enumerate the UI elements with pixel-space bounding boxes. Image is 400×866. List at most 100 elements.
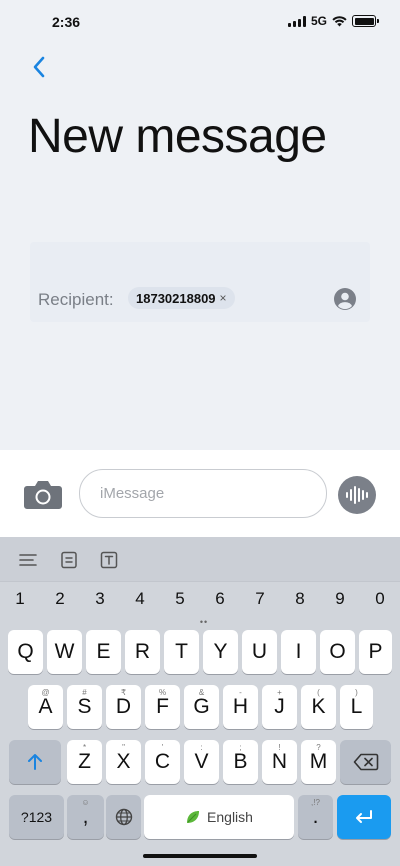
- space-key[interactable]: English: [144, 795, 294, 839]
- key-hint: ;: [239, 743, 242, 752]
- key-m[interactable]: ? M: [301, 740, 336, 784]
- key-6[interactable]: 6: [208, 589, 232, 609]
- waveform-icon: [346, 486, 368, 504]
- key-h[interactable]: -H: [223, 685, 258, 729]
- key-b[interactable]: ; B: [223, 740, 258, 784]
- page-title: New message: [28, 110, 327, 163]
- wifi-icon: [332, 16, 347, 27]
- key-label: N: [271, 750, 288, 773]
- shift-arrow-icon: [28, 754, 42, 770]
- battery-icon: [352, 15, 379, 27]
- key-8[interactable]: 8: [288, 589, 312, 609]
- back-button[interactable]: [24, 52, 54, 82]
- key-hint: &: [198, 688, 205, 697]
- key-d[interactable]: ₹ D: [106, 685, 141, 729]
- language-key[interactable]: [106, 795, 141, 839]
- message-input[interactable]: [79, 469, 327, 518]
- page-dots: ••: [199, 617, 209, 627]
- key-label: G: [193, 695, 210, 718]
- number-row: 1 2 3 4 5 6 7 8 9 0: [0, 589, 400, 617]
- key-label: F: [156, 695, 169, 718]
- key-j[interactable]: + J: [262, 685, 297, 729]
- key-k[interactable]: (K: [301, 685, 336, 729]
- key-label: K: [311, 695, 326, 718]
- key-label: .: [312, 805, 319, 828]
- key-hint: %: [158, 688, 167, 697]
- key-o[interactable]: O: [320, 630, 355, 674]
- voice-input-button[interactable]: [338, 476, 376, 514]
- contact-icon[interactable]: [334, 288, 356, 310]
- key-p[interactable]: P: [359, 630, 392, 674]
- key-hint: +: [277, 688, 282, 697]
- key-hint: :: [200, 743, 203, 752]
- key-label: B: [233, 750, 248, 773]
- emoji-icon: ☺: [81, 798, 90, 807]
- key-i[interactable]: I: [281, 630, 316, 674]
- recipient-number: 18730218809: [136, 290, 216, 306]
- key-l[interactable]: ) L: [340, 685, 373, 729]
- status-bar: 2:36 5G: [0, 0, 400, 44]
- menu-lines-icon[interactable]: [18, 550, 38, 570]
- key-y[interactable]: Y: [203, 630, 238, 674]
- key-hint: (: [317, 688, 320, 697]
- key-2[interactable]: 2: [48, 589, 72, 609]
- key-c[interactable]: ' C: [145, 740, 180, 784]
- key-label: Z: [78, 750, 91, 773]
- key-label: X: [116, 750, 131, 773]
- status-time: 2:36: [52, 14, 81, 30]
- key-label: H: [232, 695, 249, 718]
- key-z[interactable]: * Z: [67, 740, 102, 784]
- shift-key[interactable]: [9, 740, 61, 784]
- key-v[interactable]: :V: [184, 740, 219, 784]
- key-s[interactable]: # S: [67, 685, 102, 729]
- signal-icon: [287, 15, 306, 27]
- key-u[interactable]: U: [242, 630, 277, 674]
- recipient-label: Recipient:: [38, 290, 114, 309]
- recipient-field[interactable]: Recipient: 18730218809 ×: [30, 242, 370, 322]
- key-w[interactable]: W: [47, 630, 82, 674]
- period-key[interactable]: ,!? .: [298, 795, 333, 839]
- comma-key[interactable]: ☺ ,: [67, 795, 104, 839]
- symbols-key[interactable]: ?123: [9, 795, 64, 839]
- key-4[interactable]: 4: [128, 589, 152, 609]
- keyboard-toolbar: [0, 537, 400, 582]
- backspace-key[interactable]: [340, 740, 391, 784]
- key-0[interactable]: 0: [368, 589, 392, 609]
- status-icons: 5G: [287, 14, 379, 28]
- key-x[interactable]: " X: [106, 740, 141, 784]
- key-r[interactable]: R: [125, 630, 160, 674]
- key-3[interactable]: 3: [88, 589, 112, 609]
- key-q[interactable]: Q: [8, 630, 43, 674]
- home-indicator: [143, 854, 257, 858]
- text-format-icon[interactable]: [99, 550, 119, 570]
- chevron-left-icon: [33, 56, 45, 78]
- key-f[interactable]: % F: [145, 685, 180, 729]
- key-hint: *: [82, 743, 87, 752]
- recipient-chip[interactable]: 18730218809 ×: [128, 287, 235, 309]
- key-hint: ₹: [120, 688, 127, 697]
- compose-bar: [0, 450, 400, 537]
- clipboard-icon[interactable]: [59, 550, 79, 570]
- key-hint: #: [82, 688, 87, 697]
- return-arrow-icon: [356, 810, 372, 823]
- key-label: ,: [82, 805, 89, 828]
- key-7[interactable]: 7: [248, 589, 272, 609]
- globe-icon: [115, 808, 132, 826]
- key-g[interactable]: & G: [184, 685, 219, 729]
- key-hint: @: [41, 688, 50, 697]
- key-1[interactable]: 1: [8, 589, 32, 609]
- key-9[interactable]: 9: [328, 589, 352, 609]
- remove-recipient-button[interactable]: ×: [220, 291, 227, 305]
- key-hint: !: [278, 743, 281, 752]
- key-hint: ,!?: [311, 798, 320, 807]
- enter-key[interactable]: [337, 795, 391, 839]
- camera-icon[interactable]: [23, 478, 63, 510]
- key-n[interactable]: ! N: [262, 740, 297, 784]
- key-e[interactable]: E: [86, 630, 121, 674]
- key-5[interactable]: 5: [168, 589, 192, 609]
- key-a[interactable]: @ A: [28, 685, 63, 729]
- key-hint: ?: [316, 743, 321, 752]
- key-label: L: [350, 695, 363, 718]
- key-t[interactable]: T: [164, 630, 199, 674]
- space-key-label: English: [207, 809, 253, 825]
